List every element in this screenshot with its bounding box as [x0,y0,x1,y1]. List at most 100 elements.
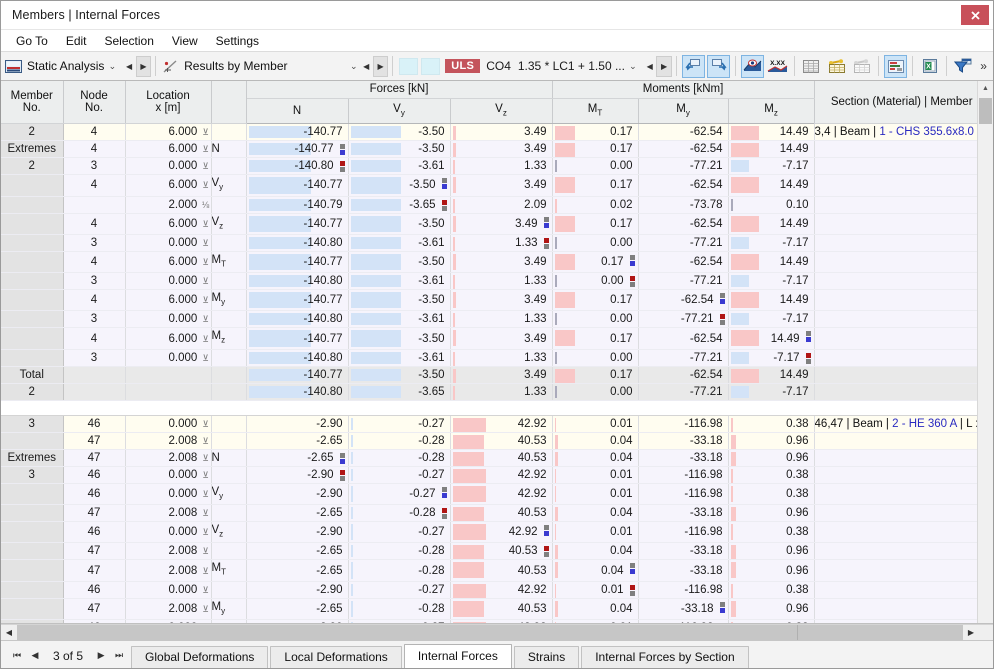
force-vy-cell[interactable]: -3.61 [348,157,451,176]
location-cell[interactable]: 0.000 ⊻ [125,234,212,252]
moment-my-cell[interactable]: -62.54 [638,123,729,142]
moment-mt-cell[interactable]: 0.17 [552,174,639,197]
force-n-cell[interactable]: -140.77 [246,289,349,312]
moment-mt-cell[interactable]: 0.00 [552,272,639,291]
moment-mz-cell[interactable]: 14.49 [728,140,815,159]
moment-my-cell[interactable]: -62.54 [638,327,729,350]
table-row[interactable]: 47 2.008 ⊻ -2.65 -0.28 40.53 0.04 -33.18 0.96 [1,504,993,523]
table-row[interactable]: 3 46 0.000 ⊻ -2.90 -0.27 42.92 0.01 -116.98 0.38 [1,466,993,484]
force-n-cell[interactable]: -2.90 [246,581,349,599]
force-vz-cell[interactable]: 42.92 [450,415,553,433]
menu-edit[interactable]: Edit [57,32,96,50]
table-row[interactable]: Extremes 4 6.000 ⊻ N -140.77 -3.50 3.49 0.17 -62… [1,140,993,159]
force-n-cell[interactable]: -140.77 [246,140,349,159]
toolbar-overflow-button[interactable]: » [976,59,991,73]
prev-page-button[interactable]: ◀ [27,650,43,661]
moment-my-cell[interactable]: -116.98 [638,466,729,484]
force-vz-cell[interactable]: 3.49 [450,174,553,197]
force-n-cell[interactable]: -140.80 [246,349,349,367]
table-row[interactable]: 460.000 ⊻ -2.90 -0.27 42.92 0.01 -116.98 0.38 [1,581,993,599]
table-row[interactable]: 4 6.000 ⊻ My -140.77 -3.50 3.49 0.17 -62.54 14.4… [1,289,993,312]
moment-mt-cell[interactable]: 0.17 [552,140,639,159]
table-row[interactable]: Total -140.77 -3.50 3.49 0.17 -62.54 14.49 [1,366,993,384]
force-vy-cell[interactable]: -0.28 [348,432,451,450]
force-n-cell[interactable]: -140.77 [246,174,349,197]
force-vy-cell[interactable]: -3.50 [348,140,451,159]
export-excel-button[interactable]: X [918,55,941,78]
force-n-cell[interactable]: -2.65 [246,432,349,450]
force-n-cell[interactable]: -140.80 [246,383,349,401]
moment-mz-cell[interactable]: -7.17 [728,349,815,367]
force-vy-cell[interactable]: -3.65 [348,196,451,214]
scroll-up-button[interactable]: ▲ [978,81,993,96]
moment-my-cell[interactable]: -73.78 [638,196,729,214]
force-vz-cell[interactable]: 42.92 [450,466,553,484]
moment-mz-cell[interactable]: -7.17 [728,383,815,401]
moment-mt-cell[interactable]: 0.17 [552,289,639,312]
location-cell[interactable]: 6.000 ⊻ [125,213,212,235]
force-vy-cell[interactable]: -3.61 [348,272,451,291]
force-n-cell[interactable]: -2.90 [246,619,349,623]
moment-my-cell[interactable]: -116.98 [638,581,729,599]
force-vy-cell[interactable]: -0.27 [348,521,451,544]
force-vz-cell[interactable]: 40.53 [450,559,553,582]
force-vz-cell[interactable]: 40.53 [450,598,553,620]
filter-button[interactable] [952,55,975,78]
horizontal-scrollbar[interactable]: ◀ ▶ [1,623,993,640]
bar-chart-button[interactable] [884,54,908,78]
moment-my-cell[interactable]: -33.18 [638,559,729,582]
force-vy-cell[interactable]: -3.50 [348,366,451,384]
force-vy-cell[interactable]: -3.50 [348,327,451,350]
moment-my-cell[interactable]: -62.54 [638,289,729,312]
force-n-cell[interactable]: -140.77 [246,123,349,142]
moment-mt-cell[interactable]: 0.01 [552,581,639,599]
location-cell[interactable]: 0.000 ⊻ [125,272,212,291]
moment-mt-cell[interactable]: 0.00 [552,157,639,176]
table-row[interactable]: 2 3 0.000 ⊻ -140.80 -3.61 1.33 0.00 -77.21 -7.17 [1,157,993,176]
table-row[interactable]: 3 0.000 ⊻ -140.80 -3.61 1.33 0.00 -77.21 -7.17 [1,349,993,367]
moment-mz-cell[interactable]: 14.49 [728,289,815,312]
location-cell[interactable]: 0.000 ⊻ [125,415,212,433]
table-row[interactable]: 3 0.000 ⊻ -140.80 -3.61 1.33 0.00 -77.21 -7.17 [1,272,993,291]
location-cell[interactable]: 6.000 ⊻ [125,289,212,312]
table-row[interactable]: 46 0.000 ⊻ Vy -2.90 -0.27 42.92 0.01 -116.98 0.3… [1,483,993,506]
table-row[interactable]: 47 2.008 ⊻ -2.65 -0.28 40.53 0.04 -33.18 0.96 [1,542,993,561]
force-vy-cell[interactable]: -0.28 [348,559,451,582]
table-delete-button[interactable] [850,55,873,78]
moment-my-cell[interactable]: -116.98 [638,483,729,506]
force-n-cell[interactable]: -140.77 [246,251,349,274]
moment-mt-cell[interactable]: 0.17 [552,366,639,384]
location-cell[interactable]: 2.008 ⊻ [125,449,212,467]
location-cell[interactable]: 2.008 ⊻ [125,559,212,582]
moment-my-cell[interactable]: -33.18 [638,449,729,467]
moment-mz-cell[interactable]: 0.38 [728,415,815,433]
moment-mt-cell[interactable]: 0.01 [552,521,639,544]
horizontal-scroll-track[interactable] [17,624,963,640]
force-vy-cell[interactable]: -3.61 [348,234,451,252]
moment-mt-cell[interactable]: 0.04 [552,432,639,450]
moment-mz-cell[interactable]: 0.38 [728,619,815,623]
force-n-cell[interactable]: -2.90 [246,483,349,506]
show-values-button[interactable]: X.XX [766,55,789,78]
tab-internal-forces-by-section[interactable]: Internal Forces by Section [581,646,749,668]
force-n-cell[interactable]: -140.80 [246,272,349,291]
force-vy-cell[interactable]: -0.28 [348,504,451,523]
force-vy-cell[interactable]: -3.61 [348,310,451,329]
table-row[interactable]: 4 6.000 ⊻ MT -140.77 -3.50 3.49 0.17 -62.54 14.4… [1,251,993,274]
moment-mt-cell[interactable]: 0.04 [552,504,639,523]
force-vy-cell[interactable]: -3.50 [348,289,451,312]
menu-view[interactable]: View [163,32,207,50]
moment-my-cell[interactable]: -33.18 [638,432,729,450]
force-vz-cell[interactable]: 3.49 [450,327,553,350]
force-vz-cell[interactable]: 40.53 [450,542,553,561]
combination-next-button[interactable]: ▶ [656,55,672,77]
undo-view-button[interactable] [681,54,705,78]
force-vy-cell[interactable]: -3.65 [348,383,451,401]
show-diagram-button[interactable] [740,54,764,78]
menu-selection[interactable]: Selection [96,32,163,50]
force-n-cell[interactable]: -140.80 [246,310,349,329]
moment-mz-cell[interactable]: -7.17 [728,272,815,291]
section-info-link[interactable]: 2 - HE 360 A [892,418,957,430]
moment-mz-cell[interactable]: 14.49 [728,123,815,142]
location-cell[interactable]: 6.000 ⊻ [125,140,212,159]
